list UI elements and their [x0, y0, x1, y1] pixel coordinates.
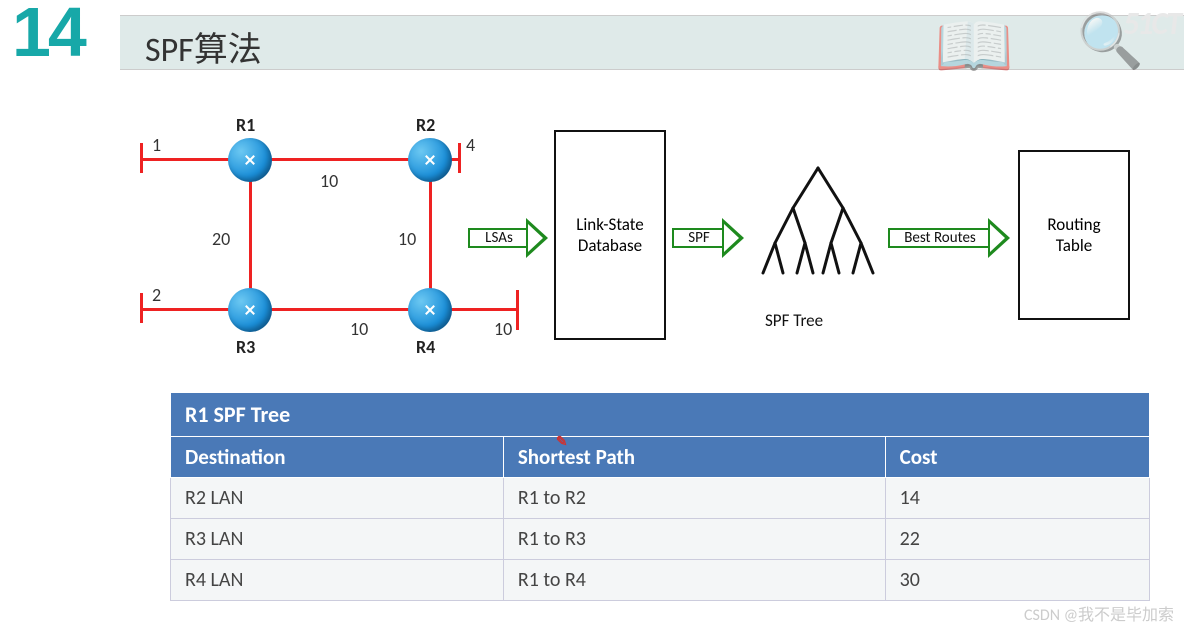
cell: R1 to R2 [503, 478, 885, 519]
label-r4: R4 [416, 336, 435, 358]
arrow-spf: SPF [672, 218, 744, 258]
cost-r2-lan: 4 [466, 134, 475, 156]
label-r3: R3 [236, 336, 255, 358]
th-cost: Cost [885, 437, 1149, 478]
lsdb-line1: Link-State [576, 214, 644, 235]
page-title: SPF算法 [145, 22, 262, 71]
th-shortest-path-text: Shortest Path [518, 444, 635, 470]
router-r2-icon [408, 138, 452, 182]
cost-r2-r4: 10 [398, 228, 416, 250]
spf-diagram: R1 R2 R3 R4 1 4 2 10 20 10 10 10 LSAs Li… [140, 110, 1124, 370]
router-r3-icon [228, 288, 272, 332]
label-r2: R2 [416, 114, 435, 136]
arrow-spf-label: SPF [672, 228, 726, 248]
rtable-line1: Routing [1047, 214, 1100, 235]
stub-r1 [140, 143, 143, 173]
watermark-bottom: CSDN @我不是毕加索 [1024, 601, 1174, 625]
cell: R2 LAN [171, 478, 504, 519]
title-banner: 📖 🔍 [120, 15, 1184, 70]
cost-r3-r4: 10 [350, 318, 368, 340]
arrow-lsas: LSAs [468, 218, 548, 258]
cost-r4-lan: 10 [494, 318, 512, 340]
table-title: R1 SPF Tree [171, 393, 1150, 437]
cell: R1 to R3 [503, 519, 885, 560]
box-routing-table: Routing Table [1018, 150, 1130, 320]
cell: R1 to R4 [503, 560, 885, 601]
stub-r3 [140, 293, 143, 323]
table-row: R2 LAN R1 to R2 14 [171, 478, 1150, 519]
label-r1: R1 [236, 114, 255, 136]
cost-r1-r3: 20 [212, 228, 230, 250]
cell: 30 [885, 560, 1149, 601]
th-shortest-path: Shortest Path ✎ [503, 437, 885, 478]
cell: R3 LAN [171, 519, 504, 560]
spf-tree-label: SPF Tree [765, 310, 823, 331]
table-row: R3 LAN R1 to R3 22 [171, 519, 1150, 560]
router-r4-icon [408, 288, 452, 332]
cost-r1-lan: 1 [152, 134, 161, 156]
router-r1-icon [228, 138, 272, 182]
box-lsdb: Link-State Database [554, 130, 666, 340]
stub-r2v [458, 143, 461, 173]
th-destination: Destination [171, 437, 504, 478]
arrow-lsas-label: LSAs [468, 228, 530, 248]
cursor-marker-icon: ✎ [556, 433, 568, 450]
cell: 14 [885, 478, 1149, 519]
cost-r3-lan: 2 [152, 284, 161, 306]
spf-tree-icon [748, 158, 888, 318]
link-r3-r4 [140, 308, 440, 311]
arrow-best-routes: Best Routes [888, 218, 1010, 258]
watermark-top: 51CT [1123, 4, 1180, 43]
spf-table: R1 SPF Tree Destination Shortest Path ✎ … [170, 392, 1150, 601]
cost-r1-r2: 10 [320, 170, 338, 192]
table-row: R4 LAN R1 to R4 30 [171, 560, 1150, 601]
slide-number: 14 [12, 0, 84, 72]
book-doodle-icon: 📖 [934, 8, 1014, 86]
arrow-best-routes-label: Best Routes [888, 228, 992, 248]
rtable-line2: Table [1056, 235, 1092, 256]
cell: R4 LAN [171, 560, 504, 601]
link-r1-r2 [140, 158, 430, 161]
cell: 22 [885, 519, 1149, 560]
lsdb-line2: Database [578, 235, 642, 256]
